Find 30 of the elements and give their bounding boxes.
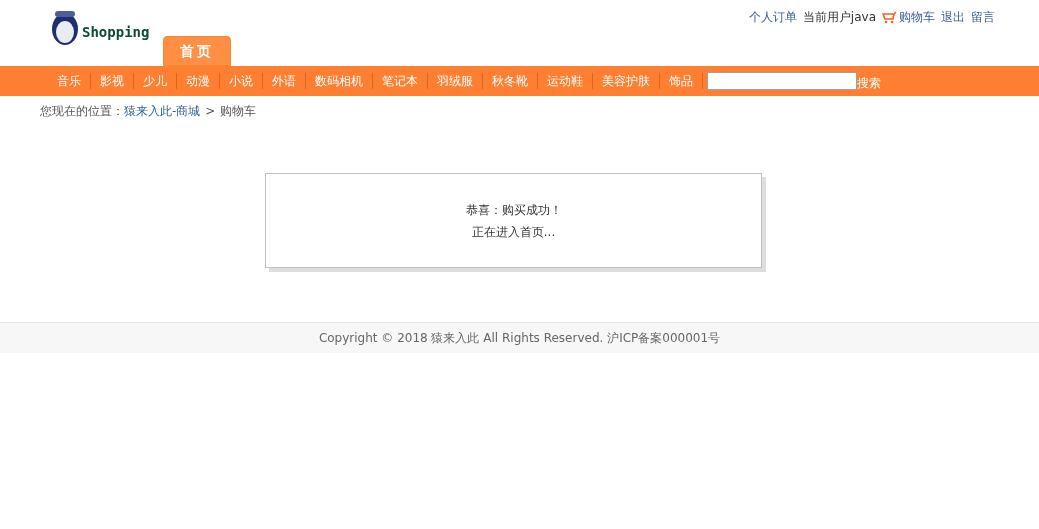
header-link[interactable]: 个人订单 bbox=[748, 8, 797, 26]
category-link[interactable]: 数码相机 bbox=[306, 73, 373, 89]
cart-icon bbox=[882, 10, 897, 24]
search-field[interactable] bbox=[707, 72, 857, 90]
breadcrumb-link[interactable]: 猿来入此-商城 bbox=[124, 102, 201, 120]
category-link[interactable]: 秋冬靴 bbox=[483, 73, 538, 89]
category-link[interactable]: 音乐 bbox=[48, 73, 91, 89]
category-link[interactable]: 美容护肤 bbox=[593, 73, 660, 89]
category-link[interactable]: 小说 bbox=[220, 73, 263, 89]
nav-tab[interactable]: 首页 bbox=[163, 36, 231, 66]
category-link[interactable]: 少儿 bbox=[134, 73, 177, 89]
category-link[interactable]: 外语 bbox=[263, 73, 306, 89]
header-link[interactable]: 退出 bbox=[941, 8, 965, 26]
category-link[interactable]: 动漫 bbox=[177, 73, 220, 89]
logo-text: Shopping bbox=[82, 23, 150, 42]
category-link[interactable]: 运动鞋 bbox=[538, 73, 593, 89]
cart-link[interactable]: 购物车 bbox=[899, 8, 935, 26]
message-text: 恭喜：购买成功！ bbox=[465, 201, 562, 219]
current-user-text: 当前用户java bbox=[802, 9, 876, 26]
breadcrumb-label: 您现在的位置： bbox=[40, 103, 124, 120]
search-button[interactable]: 搜索 bbox=[857, 74, 881, 92]
category-link[interactable]: 影视 bbox=[91, 73, 134, 89]
copyright-text: Copyright © 2018 猿来入此 All Rights Reserved. 沪ICP备案000001号 bbox=[318, 330, 721, 347]
category-link[interactable]: 饰品 bbox=[660, 73, 703, 89]
breadcrumb-text: > bbox=[205, 103, 216, 120]
header-link[interactable]: 留言 bbox=[971, 8, 995, 26]
breadcrumb-text: 购物车 bbox=[220, 103, 257, 120]
category-link[interactable]: 笔记本 bbox=[373, 73, 428, 89]
message-text: 正在进入首页... bbox=[471, 223, 556, 241]
category-link[interactable]: 羽绒服 bbox=[428, 73, 483, 89]
